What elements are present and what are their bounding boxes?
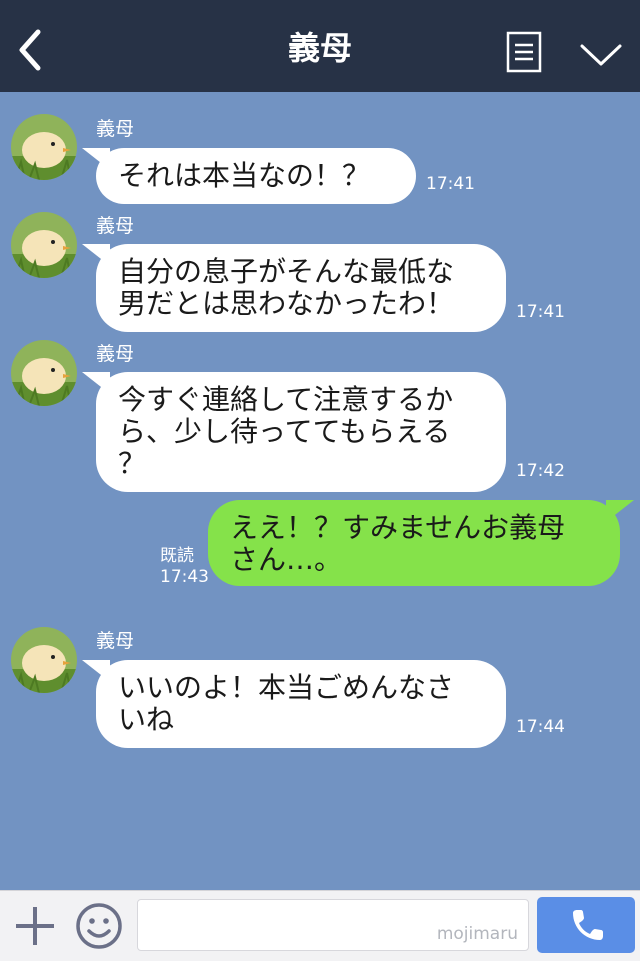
message-text: 今すぐ連絡して注意するか [118, 383, 454, 416]
input-bar: mojimaru [0, 890, 640, 961]
read-label: 既読 [160, 546, 194, 566]
message-bubble[interactable]: それは本当なの！？ [82, 148, 416, 204]
message-time: 17:44 [516, 717, 565, 737]
chat-title: 義母 [287, 29, 352, 67]
chick-avatar[interactable] [11, 340, 77, 406]
message-bubble[interactable]: 自分の息子がそんな最低な 男だとは思わなかったわ！ [82, 244, 506, 332]
sender-name: 義母 [96, 118, 135, 140]
message-time: 17:43 [160, 567, 209, 587]
chick-avatar[interactable] [11, 627, 77, 693]
emoji-icon[interactable] [74, 901, 124, 951]
message-text: いいのよ！本当ごめんなさ [118, 671, 455, 704]
chevron-down-icon[interactable] [578, 38, 624, 70]
message-time: 17:41 [426, 174, 475, 194]
sender-name: 義母 [96, 343, 135, 365]
plus-icon[interactable] [12, 903, 58, 949]
message-text: 男だとは思わなかったわ！ [118, 287, 455, 320]
message-input[interactable]: mojimaru [137, 899, 529, 951]
phone-icon [573, 910, 603, 940]
sender-name: 義母 [96, 215, 135, 237]
message-text: いね [118, 703, 175, 736]
call-button[interactable] [537, 897, 635, 953]
message-time: 17:41 [516, 302, 565, 322]
watermark-text: mojimaru [436, 924, 518, 944]
header-bar: 義母 [0, 0, 640, 92]
message-text: ？ [118, 447, 147, 480]
message-time: 17:42 [516, 461, 565, 481]
sender-name: 義母 [96, 630, 135, 652]
menu-icon[interactable] [506, 31, 542, 73]
message-text: それは本当なの！？ [118, 159, 371, 192]
message-text: ら、少し待っててもらえる [118, 415, 451, 448]
read-receipt: 既読 17:43 [160, 546, 209, 588]
message-text: ええ！？すみませんお義母 [230, 511, 566, 544]
message-bubble[interactable]: 今すぐ連絡して注意するか ら、少し待っててもらえる ？ [82, 372, 506, 492]
message-bubble[interactable]: いいのよ！本当ごめんなさ いね [82, 660, 506, 748]
message-text: 自分の息子がそんな最低な [118, 255, 455, 288]
my-message-bubble[interactable]: ええ！？すみませんお義母 さん…。 [208, 500, 634, 586]
chick-avatar[interactable] [11, 114, 77, 180]
chick-avatar[interactable] [11, 212, 77, 278]
message-text: さん…。 [230, 543, 343, 576]
